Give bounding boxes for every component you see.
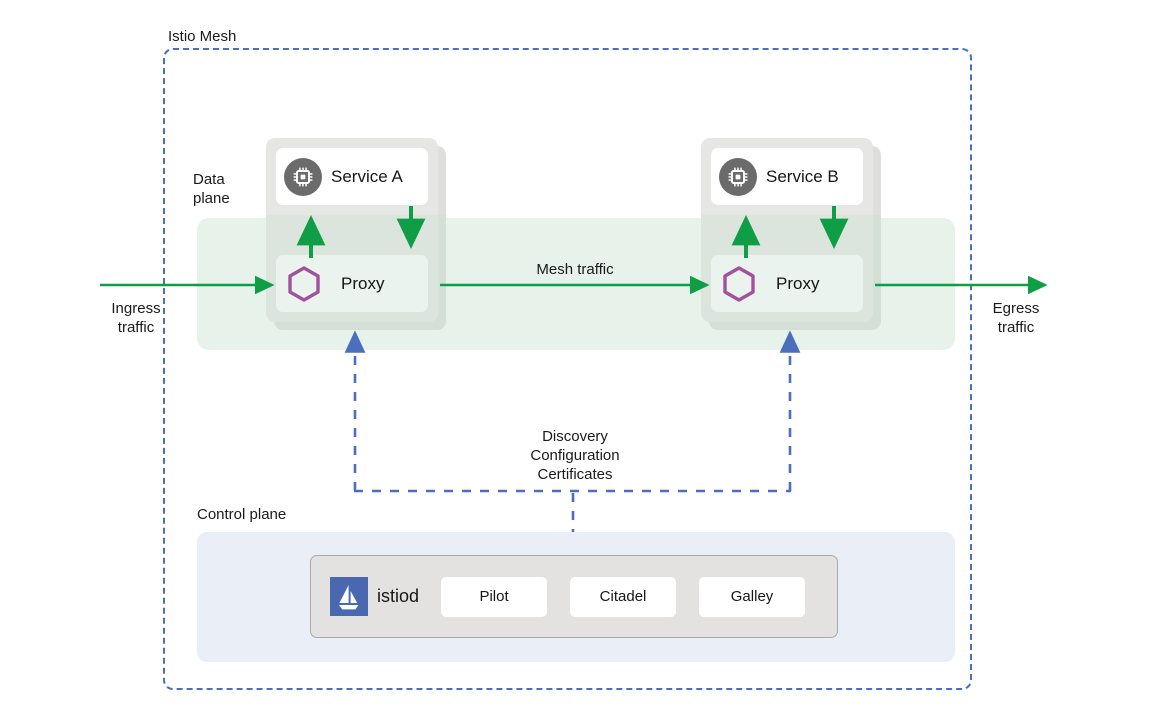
sailboat-icon — [330, 577, 368, 616]
service-b-proxy-box[interactable]: Proxy — [711, 255, 863, 312]
istio-architecture-diagram: Istio Mesh Data plane Service A Proxy Se… — [0, 0, 1172, 713]
istiod-label: istiod — [377, 586, 420, 606]
service-a-group: Service A Proxy — [266, 138, 446, 330]
mesh-traffic-label: Mesh traffic — [536, 261, 614, 278]
control-plane-traffic-label: Discovery Configuration Certificates — [530, 428, 620, 483]
service-b-proxy-label: Proxy — [776, 273, 820, 293]
component-pilot[interactable]: Pilot — [441, 576, 548, 617]
service-b-card: Service B Proxy — [701, 138, 873, 322]
istiod-panel: istiod Pilot Citadel Galley — [310, 555, 838, 638]
service-a-proxy-box[interactable]: Proxy — [276, 255, 428, 312]
egress-traffic-label: Egress traffic — [992, 300, 1040, 336]
service-a-proxy-label: Proxy — [341, 273, 385, 293]
component-galley[interactable]: Galley — [699, 576, 806, 617]
hexagon-icon — [719, 264, 759, 304]
service-b-box[interactable]: Service B — [711, 148, 863, 205]
component-citadel[interactable]: Citadel — [570, 576, 677, 617]
service-b-label: Service B — [766, 166, 839, 186]
hexagon-icon — [284, 264, 324, 304]
control-plane-label: Control plane — [197, 506, 287, 523]
data-plane-label: Data plane — [193, 171, 230, 207]
service-a-card: Service A Proxy — [266, 138, 438, 322]
cpu-chip-icon — [719, 157, 757, 196]
service-a-box[interactable]: Service A — [276, 148, 428, 205]
cpu-chip-icon — [284, 157, 322, 196]
ingress-traffic-label: Ingress traffic — [111, 300, 161, 336]
service-b-group: Service B Proxy — [701, 138, 881, 330]
service-a-label: Service A — [331, 166, 403, 186]
istio-mesh-label: Istio Mesh — [168, 28, 237, 45]
